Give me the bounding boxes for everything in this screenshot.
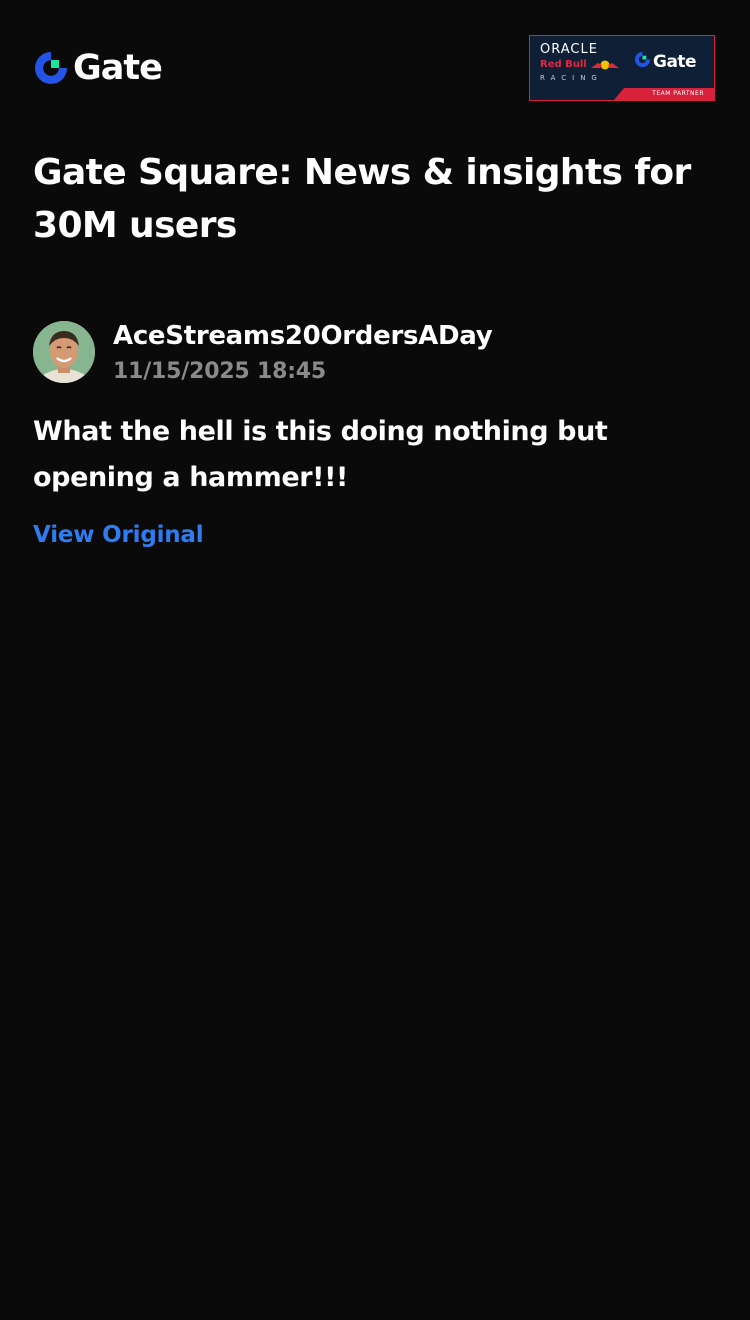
author-name[interactable]: AceStreams20OrdersADay: [113, 321, 493, 351]
oracle-text: ORACLE: [540, 42, 598, 57]
team-partner-badge[interactable]: ORACLE Red Bull RACING Gate TEAM PARTNER: [529, 35, 715, 101]
racing-text: RACING: [540, 74, 603, 82]
gate-logo-icon: [634, 51, 651, 73]
team-partner-caption: TEAM PARTNER: [652, 90, 704, 97]
team-partner-strip: TEAM PARTNER: [530, 88, 714, 100]
redbull-text: Red Bull: [540, 58, 587, 70]
header: Gate ORACLE Red Bull RACING Gate TEAM PA…: [33, 35, 715, 101]
gate-logo-icon: [33, 50, 69, 86]
post-author: AceStreams20OrdersADay 11/15/2025 18:45: [33, 321, 717, 385]
partner-gate-logo: Gate: [634, 51, 697, 73]
post-body: What the hell is this doing nothing but …: [33, 416, 608, 493]
avatar[interactable]: [33, 321, 95, 383]
page-title: Gate Square: News & insights for 30M use…: [33, 152, 691, 246]
partner-brand-name: Gate: [653, 52, 697, 72]
page: Gate ORACLE Red Bull RACING Gate TEAM PA…: [0, 0, 750, 1320]
post-timestamp: 11/15/2025 18:45: [113, 359, 327, 384]
gate-logo[interactable]: Gate: [33, 48, 163, 88]
redbull-row: Red Bull: [540, 58, 626, 71]
brand-name: Gate: [73, 48, 163, 88]
bulls-icon: [590, 59, 620, 71]
view-original-link[interactable]: View Original: [33, 520, 204, 550]
oracle-redbull-logo: ORACLE Red Bull RACING: [540, 42, 626, 84]
